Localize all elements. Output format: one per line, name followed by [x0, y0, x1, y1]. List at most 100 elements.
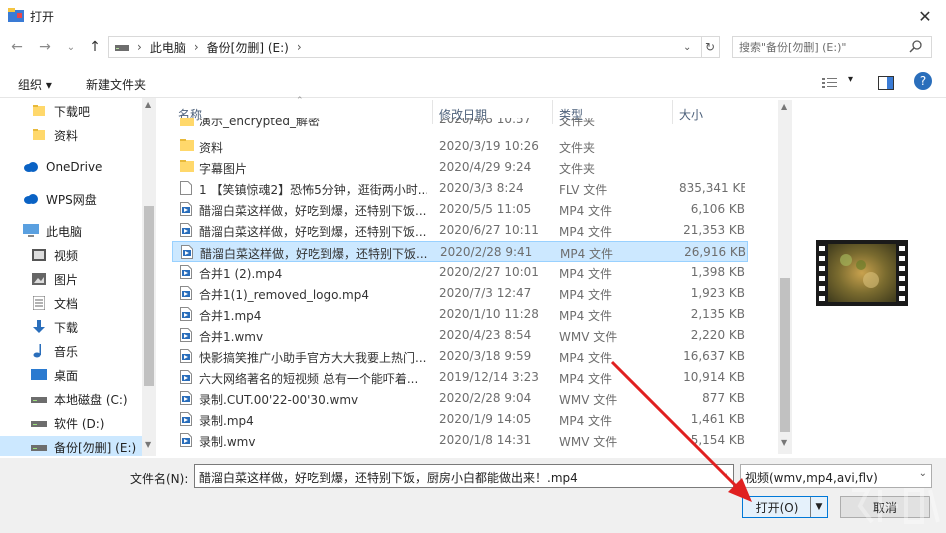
toolbar: 组织 ▾ 新建文件夹 ▾ ? — [0, 68, 946, 98]
search-icon — [909, 40, 922, 53]
close-button[interactable]: ✕ — [904, 0, 946, 32]
address-bar[interactable]: › 此电脑 › 备份[勿删] (E:) › ⌄ ↻ — [108, 36, 720, 58]
file-row-selected[interactable]: 醋溜白菜这样做，好吃到爆，还特别下饭... 2020/2/28 9:41 MP4 文… — [172, 241, 748, 262]
open-options-dropdown[interactable]: ▼ — [810, 497, 827, 517]
file-name: 演示_encrypted_解密 — [199, 118, 320, 128]
file-name: 字幕图片 — [199, 162, 248, 176]
file-type: MP4 文件 — [559, 204, 613, 218]
file-type: MP4 文件 — [560, 247, 614, 261]
file-name: 快影搞笑推广小助手官方大大我要上热门... — [199, 351, 427, 365]
chevron-down-icon[interactable]: ⌄ — [919, 468, 927, 479]
file-row[interactable]: 合并1.mp4 2020/1/10 11:28 MP4 文件 2,135 KB — [172, 304, 748, 325]
nav-item-label: 视频 — [54, 248, 79, 263]
breadcrumb-separator-icon: › — [137, 40, 142, 54]
video-file-icon — [180, 370, 192, 387]
nav-item-label: 软件 (D:) — [54, 416, 105, 431]
address-dropdown-icon[interactable]: ⌄ — [683, 42, 691, 53]
nav-item[interactable]: 资料 — [30, 124, 140, 146]
nav-item[interactable]: 音乐 — [30, 340, 140, 362]
scroll-down-icon[interactable]: ▼ — [145, 440, 151, 449]
file-date: 2020/4/23 8:54 — [439, 328, 532, 342]
help-icon[interactable]: ? — [914, 72, 932, 90]
filename-value[interactable]: 醋溜白菜这样做，好吃到爆，还特别下饭，厨房小白都能做出来！.mp4 — [199, 469, 578, 486]
video-preview-thumbnail — [816, 240, 908, 306]
recent-locations-button[interactable]: ⌄ — [60, 36, 82, 58]
nav-item[interactable]: 此电脑 — [22, 220, 140, 242]
file-row[interactable]: 1 【笑镇惊魂2】恐怖5分钟，逛街两小时... 2020/3/3 8:24 FLV … — [172, 178, 748, 199]
file-name: 录制.mp4 — [199, 414, 254, 428]
file-name: 醋溜白菜这样做，好吃到爆，还特别下饭... — [199, 225, 427, 239]
file-date: 2020/3/19 10:26 — [439, 139, 539, 153]
nav-item[interactable]: 软件 (D:) — [30, 412, 140, 434]
divider — [701, 37, 702, 57]
nav-item[interactable]: 视频 — [30, 244, 140, 266]
nav-item-label: 桌面 — [54, 368, 79, 383]
nav-item[interactable]: 备份[勿删] (E:) — [0, 436, 142, 456]
scroll-down-icon[interactable]: ▼ — [781, 438, 787, 447]
video-file-icon — [180, 412, 192, 429]
navigation-scrollbar[interactable]: ▲ ▼ — [142, 98, 156, 456]
file-row[interactable]: 资料 2020/3/19 10:26 文件夹 — [172, 136, 748, 157]
nav-item[interactable]: WPS网盘 — [22, 188, 140, 210]
nav-item-label: WPS网盘 — [46, 192, 97, 207]
new-folder-button[interactable]: 新建文件夹 — [86, 76, 146, 93]
file-type: MP4 文件 — [559, 225, 613, 239]
annotation-arrow — [610, 360, 752, 502]
nav-item[interactable]: 桌面 — [30, 364, 140, 386]
nav-item[interactable]: OneDrive — [22, 156, 140, 178]
file-date: 2019/12/14 3:23 — [439, 370, 539, 384]
file-name: 合并1.wmv — [199, 330, 264, 344]
document-folder-icon — [30, 295, 48, 311]
chevron-down-icon: ▾ — [848, 74, 854, 85]
file-name: 六大网络著名的短视频 总有一个能吓着... — [199, 372, 419, 386]
breadcrumb-drive-e[interactable]: 备份[勿删] (E:) — [207, 39, 289, 56]
dialog-footer: 文件名(N): 醋溜白菜这样做，好吃到爆，还特别下饭，厨房小白都能做出来！.mp… — [0, 458, 946, 533]
preview-pane-icon[interactable] — [878, 76, 894, 90]
breadcrumb-this-pc[interactable]: 此电脑 — [150, 39, 186, 56]
file-row[interactable]: 合并1(1)_removed_logo.mp4 2020/7/3 12:47 MP4… — [172, 283, 748, 304]
scroll-up-icon[interactable]: ▲ — [781, 102, 787, 111]
video-file-icon — [180, 202, 192, 219]
file-row[interactable]: 醋溜白菜这样做，好吃到爆，还特别下饭... 2020/5/5 11:05 MP4 文… — [172, 199, 748, 220]
nav-item[interactable]: 本地磁盘 (C:) — [30, 388, 140, 410]
search-box[interactable]: 搜索"备份[勿删] (E:)" — [732, 36, 932, 58]
file-row[interactable]: 醋溜白菜这样做，好吃到爆，还特别下饭... 2020/6/27 10:11 MP4 … — [172, 220, 748, 241]
file-type: MP4 文件 — [559, 309, 613, 323]
video-file-icon — [180, 223, 192, 240]
scroll-thumb[interactable] — [780, 278, 790, 432]
filename-label: 文件名(N): — [130, 472, 189, 486]
up-button[interactable]: ↑ — [84, 36, 106, 58]
nav-item[interactable]: 下载吧 — [30, 100, 140, 122]
arrow-left-icon: ← — [11, 39, 23, 55]
video-file-icon — [180, 307, 192, 324]
organize-menu[interactable]: 组织 ▾ — [18, 76, 52, 93]
nav-item[interactable]: 文档 — [30, 292, 140, 314]
scroll-up-icon[interactable]: ▲ — [145, 100, 151, 109]
file-list-scrollbar[interactable]: ▲ ▼ — [778, 100, 792, 454]
view-options-button[interactable]: ▾ — [822, 74, 856, 90]
app-icon — [8, 8, 24, 22]
file-name: 醋溜白菜这样做，好吃到爆，还特别下饭... — [199, 204, 427, 218]
search-placeholder[interactable]: 搜索"备份[勿删] (E:)" — [739, 39, 909, 55]
cloud-icon — [22, 159, 40, 175]
file-row[interactable]: 合并1.wmv 2020/4/23 8:54 WMV 文件 2,220 KB — [172, 325, 748, 346]
file-size: 1,398 KB — [690, 265, 745, 279]
file-size: 835,341 KB — [679, 181, 745, 195]
details-view-icon — [822, 78, 837, 88]
file-size: 1,923 KB — [690, 286, 745, 300]
nav-item[interactable]: 下载 — [30, 316, 140, 338]
refresh-icon[interactable]: ↻ — [705, 40, 715, 54]
file-date: 2020/6/27 10:11 — [439, 223, 539, 237]
download-folder-icon — [30, 319, 48, 335]
file-date: 2020/3/18 9:59 — [439, 349, 532, 363]
back-button[interactable]: ← — [6, 36, 28, 58]
file-type: WMV 文件 — [559, 330, 618, 344]
file-name: 资料 — [199, 141, 224, 155]
navigation-pane: 下载吧 资料 OneDrive WPS网盘此电脑视频图片 文档 下载 音乐桌面本地磁盘 (C… — [0, 98, 156, 456]
file-row[interactable]: 演示_encrypted_解密 2020/4/8 10:57 文件夹 — [172, 118, 748, 132]
file-row[interactable]: 合并1 (2).mp4 2020/2/27 10:01 MP4 文件 1,398 KB — [172, 262, 748, 283]
nav-item[interactable]: 图片 — [30, 268, 140, 290]
scroll-thumb[interactable] — [144, 206, 154, 386]
forward-button[interactable]: → — [34, 36, 56, 58]
file-row[interactable]: 字幕图片 2020/4/29 9:24 文件夹 — [172, 157, 748, 178]
